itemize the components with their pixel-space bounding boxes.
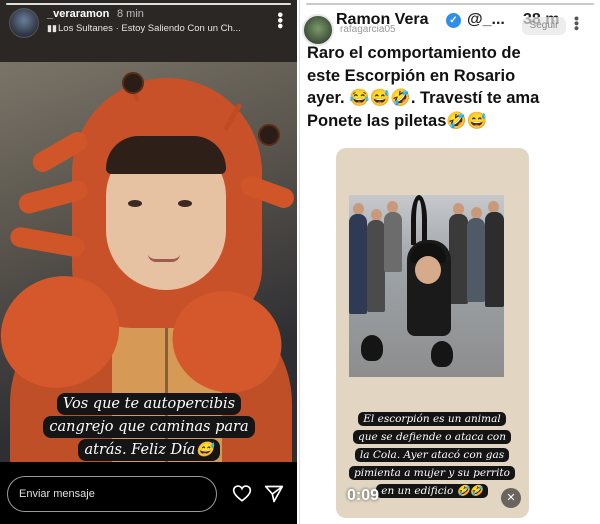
muted-speaker-icon[interactable]: ✕: [501, 488, 521, 508]
tweet-line: este Escorpión en Rosario: [307, 66, 516, 85]
message-placeholder: Enviar mensaje: [19, 488, 95, 500]
caption-line: cangrejo que caminas para: [43, 416, 255, 438]
avatar[interactable]: [9, 8, 39, 38]
tweet-line: ayer. 😂😅🤣. Travestí te ama: [307, 89, 540, 107]
caption-line: la Cola. Ayer atacó con gas: [354, 448, 510, 463]
left-story: _veraramon 8 min ▮▮ Los Sultanes · Estoy…: [0, 0, 297, 524]
follow-button[interactable]: Seguir: [522, 17, 566, 35]
caption-line: atrás. Feliz Día😅: [78, 439, 220, 461]
video-frame: [349, 195, 504, 377]
heart-icon[interactable]: [232, 484, 252, 504]
tweet-handle: @_...: [467, 11, 505, 28]
music-bars-icon: ▮▮: [47, 23, 57, 33]
more-vertical-icon[interactable]: •••: [569, 16, 585, 31]
caption-line: pimienta a mujer y su perrito: [349, 466, 515, 481]
story-progress-bar: [6, 3, 291, 5]
verified-badge-icon: ✓: [446, 13, 461, 28]
story-progress-bar: [306, 3, 594, 5]
caption-line: que se defiende o ataca con: [352, 430, 511, 445]
video-timer: 0:09: [347, 487, 380, 504]
story-caption: Vos que te autopercibis cangrejo que cam…: [25, 393, 273, 462]
caption-line: en un edificio 🤣🤣: [376, 484, 488, 499]
video-caption: El escorpión es un animal que se defiend…: [344, 409, 520, 499]
caption-line: Vos que te autopercibis: [56, 393, 242, 415]
music-track[interactable]: Los Sultanes · Estoy Saliendo Con un Ch.…: [58, 23, 241, 34]
caption-line: El escorpión es un animal: [358, 412, 506, 427]
screenshot-canvas: _veraramon 8 min ▮▮ Los Sultanes · Estoy…: [0, 0, 600, 524]
more-vertical-icon[interactable]: •••: [271, 12, 288, 29]
tweet-line: Ponete las piletas🤣😅: [307, 111, 488, 130]
story-time: 8 min: [117, 8, 144, 20]
tweet-text: Raro el comportamiento de este Escorpión…: [307, 42, 597, 132]
story-username[interactable]: rafagarcia05: [340, 24, 396, 35]
story-username[interactable]: _veraramon: [47, 8, 109, 20]
send-icon[interactable]: [264, 484, 284, 504]
tweet-line: Raro el comportamiento de: [307, 44, 521, 62]
